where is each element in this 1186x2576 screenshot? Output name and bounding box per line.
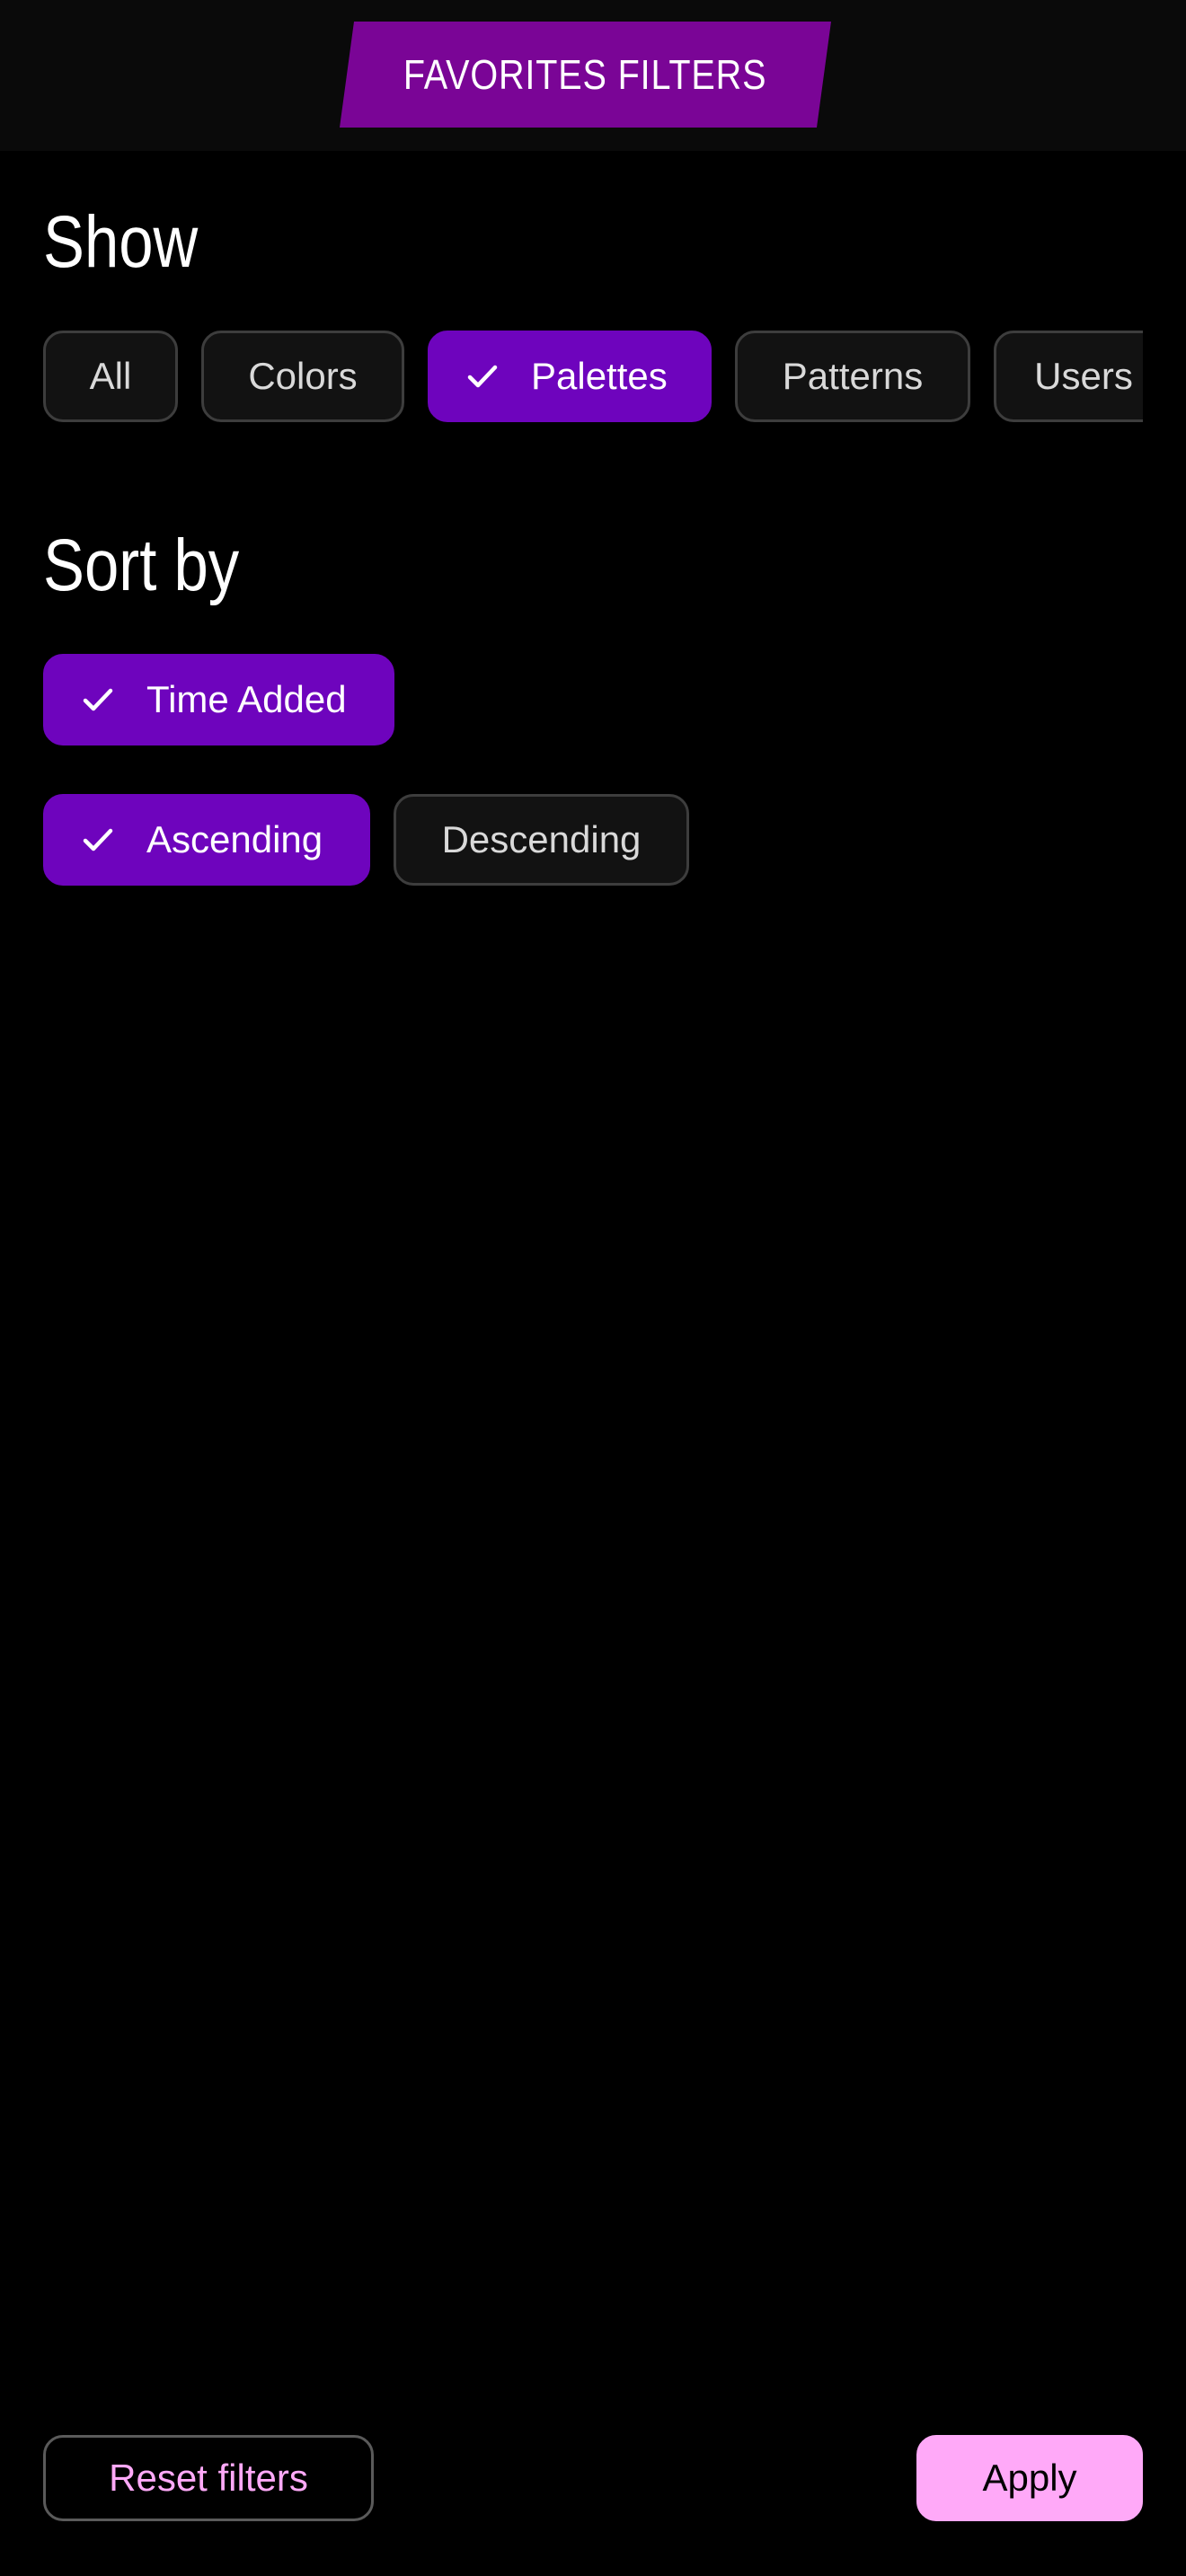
screen-title: FAVORITES FILTERS <box>403 51 767 98</box>
chip-descending[interactable]: Descending <box>394 794 689 886</box>
sort-field-row: Time Added <box>43 654 394 745</box>
chip-colors[interactable]: Colors <box>201 331 404 422</box>
top-bar: FAVORITES FILTERS <box>0 0 1186 151</box>
chip-patterns[interactable]: Patterns <box>735 331 970 422</box>
show-chip-row: All Colors Palettes Patterns Users <box>43 331 1143 422</box>
chip-palettes[interactable]: Palettes <box>428 331 712 422</box>
chip-time-added[interactable]: Time Added <box>43 654 394 745</box>
chip-label: Patterns <box>782 355 924 397</box>
chip-label: Colors <box>248 355 358 397</box>
check-icon <box>467 365 498 388</box>
sort-order-row: Ascending Descending <box>43 794 689 886</box>
screen-title-tag: FAVORITES FILTERS <box>340 22 831 128</box>
chip-all[interactable]: All <box>43 331 178 422</box>
chip-label: Palettes <box>531 355 668 397</box>
show-chip-scroller[interactable]: All Colors Palettes Patterns Users <box>43 331 1143 424</box>
check-icon <box>83 828 113 851</box>
check-icon <box>83 688 113 711</box>
chip-label: Users <box>1034 355 1133 397</box>
chip-ascending[interactable]: Ascending <box>43 794 370 886</box>
chip-label: Descending <box>441 818 642 860</box>
chip-label: All <box>89 355 132 397</box>
chip-label: Time Added <box>146 678 347 720</box>
apply-button[interactable]: Apply <box>916 2435 1143 2521</box>
sort-section-title: Sort by <box>43 525 240 606</box>
reset-filters-label: Reset filters <box>109 2457 308 2499</box>
chip-label: Ascending <box>146 818 323 860</box>
apply-label: Apply <box>982 2457 1077 2499</box>
reset-filters-button[interactable]: Reset filters <box>43 2435 374 2521</box>
show-section-title: Show <box>43 201 199 283</box>
chip-users[interactable]: Users <box>994 331 1143 422</box>
